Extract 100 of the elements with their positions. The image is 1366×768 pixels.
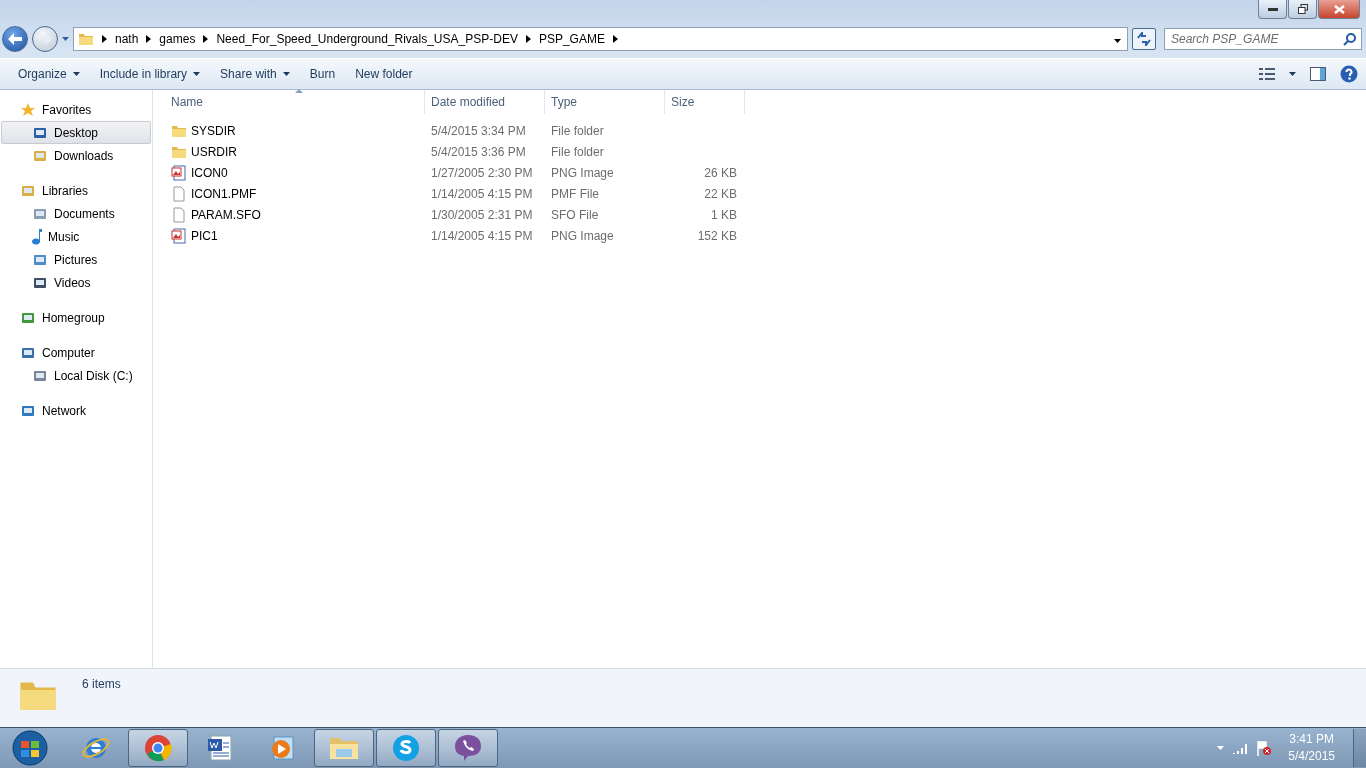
breadcrumb-item[interactable]: games xyxy=(159,32,196,46)
sidebar-item[interactable]: Videos xyxy=(1,271,151,294)
sidebar-item[interactable]: Local Disk (C:) xyxy=(1,364,151,387)
caret-icon xyxy=(1217,746,1225,750)
taskbar-app-button[interactable] xyxy=(128,729,188,767)
breadcrumb-item[interactable]: nath xyxy=(115,32,139,46)
restore-button[interactable] xyxy=(1288,0,1317,19)
file-icon xyxy=(171,206,187,223)
caret-icon xyxy=(282,72,290,76)
file-name[interactable]: SYSDIR xyxy=(165,120,425,141)
clock-date: 5/4/2015 xyxy=(1288,748,1335,765)
caret-icon xyxy=(1114,39,1121,43)
caret-icon xyxy=(62,37,69,41)
star-icon xyxy=(20,101,36,118)
table-cell-text: PNG Image xyxy=(550,227,615,245)
forward-button[interactable] xyxy=(32,26,58,52)
file-icon xyxy=(171,185,187,202)
restore-icon xyxy=(1297,4,1308,14)
item-count: 6 items xyxy=(82,677,121,691)
table-cell-text: 1/14/2005 4:15 PM xyxy=(430,185,534,203)
breadcrumb-item[interactable]: Need_For_Speed_Underground_Rivals_USA_PSP-DEV xyxy=(216,32,518,46)
sidebar-item[interactable]: Computer xyxy=(1,341,151,364)
help-icon[interactable] xyxy=(1340,65,1358,83)
taskbar-app-button[interactable] xyxy=(376,729,436,767)
sidebar-item[interactable]: Desktop xyxy=(1,121,151,144)
sidebar-item[interactable]: Favorites xyxy=(1,98,151,121)
refresh-icon xyxy=(1136,32,1152,46)
table-cell-text: 1/14/2005 4:15 PM xyxy=(430,227,534,245)
table-cell-text: 5/4/2015 3:34 PM xyxy=(430,122,527,140)
caret-icon xyxy=(1289,72,1296,76)
sidebar-item[interactable]: Downloads xyxy=(1,144,151,167)
view-list-icon[interactable] xyxy=(1259,68,1275,80)
signal-icon[interactable] xyxy=(1232,742,1249,754)
column-header[interactable]: Size xyxy=(665,90,745,114)
table-cell-text: 22 KB xyxy=(703,185,738,203)
file-name[interactable]: ICON0 xyxy=(165,162,425,183)
minimize-button[interactable] xyxy=(1258,0,1287,19)
music-note-icon xyxy=(32,228,42,245)
breadcrumb-item[interactable]: PSP_GAME xyxy=(538,32,605,46)
toolbar-button[interactable]: New folder xyxy=(345,63,423,85)
clock-time: 3:41 PM xyxy=(1289,731,1334,748)
search-field[interactable]: Search PSP_GAME xyxy=(1164,28,1362,50)
table-cell-text: 152 KB xyxy=(696,227,738,245)
back-button[interactable] xyxy=(2,26,28,52)
file-name-text: PIC1 xyxy=(191,228,218,243)
chevron-icon[interactable] xyxy=(102,35,107,43)
sidebar-item[interactable]: Homegroup xyxy=(1,306,151,329)
image-file-icon xyxy=(171,164,187,181)
refresh-button[interactable] xyxy=(1132,28,1156,50)
phone-bubble-icon xyxy=(453,733,483,763)
address-bar[interactable]: nath games Need_For_Speed_Underground_Rivals_USA_PSP-DEV PSP_GAME xyxy=(73,27,1128,51)
caret-icon xyxy=(193,72,201,76)
folder-icon xyxy=(78,31,94,47)
chevron-icon[interactable] xyxy=(146,35,152,43)
table-cell-text: SFO File xyxy=(550,206,600,224)
file-name[interactable]: PIC1 xyxy=(165,225,425,246)
chevron-icon[interactable] xyxy=(203,35,209,43)
file-name[interactable]: USRDIR xyxy=(165,141,425,162)
document-w-icon xyxy=(205,733,235,763)
taskbar-app-button[interactable] xyxy=(314,729,374,767)
back-arrow-icon xyxy=(8,33,22,45)
file-name-text: PARAM.SFO xyxy=(191,207,261,222)
sidebar-item[interactable]: Pictures xyxy=(1,248,151,271)
close-button[interactable] xyxy=(1318,0,1360,19)
sort-arrow-icon xyxy=(294,89,303,93)
column-header[interactable]: Type xyxy=(545,90,665,114)
file-name-text: ICON0 xyxy=(191,165,228,180)
column-header[interactable]: Name xyxy=(165,90,425,114)
search-icon xyxy=(1343,33,1356,46)
flag-error-icon[interactable] xyxy=(1256,740,1273,756)
toolbar-button[interactable]: Include in library xyxy=(89,63,211,85)
file-name-text: USRDIR xyxy=(191,144,237,159)
minimize-icon xyxy=(1267,7,1278,11)
table-cell-text: 1/27/2005 2:30 PM xyxy=(430,164,534,182)
file-name-text: ICON1.PMF xyxy=(191,186,257,201)
toolbar-button[interactable]: Burn xyxy=(299,63,346,85)
column-header[interactable]: Date modified xyxy=(425,90,545,114)
table-cell-text: File folder xyxy=(550,122,605,140)
browser-icon xyxy=(144,734,172,762)
file-name[interactable]: ICON1.PMF xyxy=(165,183,425,204)
chat-s-icon xyxy=(391,733,421,763)
chevron-icon[interactable] xyxy=(525,35,531,43)
table-cell-text: File folder xyxy=(550,143,605,161)
sidebar-item[interactable]: Libraries xyxy=(1,179,151,202)
table-cell-text: 1/30/2005 2:31 PM xyxy=(430,206,534,224)
sidebar-item[interactable]: Documents xyxy=(1,202,151,225)
caret-icon xyxy=(72,72,80,76)
sidebar-item[interactable]: Music xyxy=(1,225,151,248)
table-cell-text: PMF File xyxy=(550,185,600,203)
taskbar-app-button[interactable] xyxy=(438,729,498,767)
chevron-icon[interactable] xyxy=(612,35,618,43)
table-cell-text: PNG Image xyxy=(550,164,615,182)
file-name-text: SYSDIR xyxy=(191,123,236,138)
toolbar-button[interactable]: Organize xyxy=(8,63,90,85)
sidebar-item[interactable]: Network xyxy=(1,399,151,422)
file-name[interactable]: PARAM.SFO xyxy=(165,204,425,225)
preview-pane-icon[interactable] xyxy=(1310,67,1326,81)
toolbar-button[interactable]: Share with xyxy=(210,63,300,85)
table-cell-text: 5/4/2015 3:36 PM xyxy=(430,143,527,161)
image-file-icon xyxy=(171,227,187,244)
